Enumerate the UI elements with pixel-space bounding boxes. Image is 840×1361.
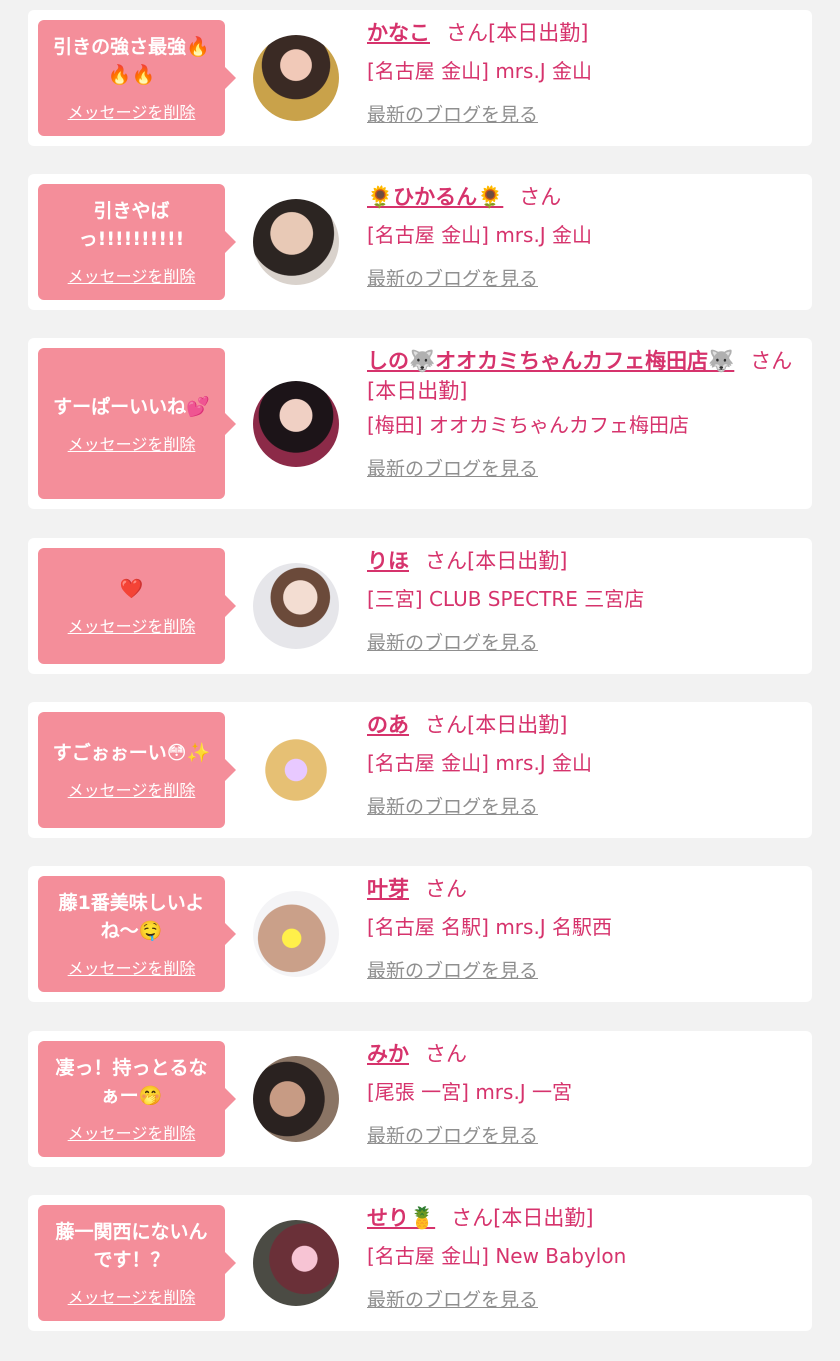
user-suffix: さん[本日出勤] [446, 21, 589, 45]
latest-blog-link[interactable]: 最新のブログを見る [367, 794, 538, 820]
message-text: 藤一関西にないんです！？ [55, 1221, 208, 1271]
user-name-link[interactable]: みか [367, 1042, 409, 1066]
message-text: 凄っ！持っとるなぁー🤭 [55, 1057, 208, 1107]
message-card: 引きの強さ最強🔥🔥🔥 メッセージを削除 かなこ さん[本日出勤] [名古屋 金山] mr… [28, 10, 812, 146]
message-text: ❤️ [119, 578, 144, 600]
user-name-link[interactable]: 🌻ひかるん🌻 [367, 185, 503, 209]
latest-blog-link[interactable]: 最新のブログを見る [367, 456, 538, 482]
avatar-woman-icon[interactable] [253, 35, 339, 121]
user-info: 🌻ひかるん🌻 さん [名古屋 金山] mrs.J 金山 最新のブログを見る [367, 182, 803, 292]
shop-name: [名古屋 金山] mrs.J 金山 [367, 223, 593, 247]
message-card: 藤1番美味しいよね〜🤤 メッセージを削除 叶芽 さん [名古屋 名駅] mrs.J 名駅… [28, 866, 812, 1002]
message-card: 藤一関西にないんです！？ メッセージを削除 せり🍍 さん[本日出勤] [名古屋 金山] … [28, 1195, 812, 1331]
user-name-link[interactable]: せり🍍 [367, 1206, 435, 1230]
user-name-link[interactable]: かなこ [367, 21, 430, 45]
user-info: みか さん [尾張 一宮] mrs.J 一宮 最新のブログを見る [367, 1039, 803, 1149]
user-name-link[interactable]: しの🐺オオカミちゃんカフェ梅田店🐺 [367, 349, 734, 373]
user-info: しの🐺オオカミちゃんカフェ梅田店🐺 さん[本日出勤] [梅田] オオカミちゃんカフェ… [367, 346, 803, 482]
avatar-woman-icon[interactable] [253, 727, 339, 813]
delete-message-link[interactable]: メッセージを削除 [68, 99, 196, 123]
delete-message-link[interactable]: メッセージを削除 [68, 613, 196, 637]
message-bubble: 凄っ！持っとるなぁー🤭 メッセージを削除 [38, 1041, 236, 1157]
message-bubble: すごぉぉーい😳✨ メッセージを削除 [38, 712, 236, 828]
avatar-woman-icon[interactable] [253, 199, 339, 285]
latest-blog-link[interactable]: 最新のブログを見る [367, 102, 538, 128]
user-info: かなこ さん[本日出勤] [名古屋 金山] mrs.J 金山 最新のブログを見る [367, 18, 803, 128]
delete-message-link[interactable]: メッセージを削除 [68, 1284, 196, 1308]
user-name-line: かなこ さん[本日出勤] [367, 18, 803, 48]
user-suffix: さん [425, 1042, 467, 1066]
user-info: りほ さん[本日出勤] [三宮] CLUB SPECTRE 三宮店 最新のブログを見る [367, 546, 803, 656]
shop-name: [名古屋 金山] New Babylon [367, 1244, 627, 1268]
user-name-line: せり🍍 さん[本日出勤] [367, 1203, 803, 1233]
shop-name: [三宮] CLUB SPECTRE 三宮店 [367, 587, 645, 611]
message-card: すごぉぉーい😳✨ メッセージを削除 のあ さん[本日出勤] [名古屋 金山] mrs.J… [28, 702, 812, 838]
user-info: せり🍍 さん[本日出勤] [名古屋 金山] New Babylon 最新のブログを見る [367, 1203, 803, 1313]
latest-blog-link[interactable]: 最新のブログを見る [367, 1287, 538, 1313]
user-name-line: しの🐺オオカミちゃんカフェ梅田店🐺 さん[本日出勤] [367, 346, 803, 406]
avatar-woman-icon[interactable] [253, 380, 339, 467]
avatar-woman-icon[interactable] [253, 563, 339, 649]
message-list: 引きの強さ最強🔥🔥🔥 メッセージを削除 かなこ さん[本日出勤] [名古屋 金山] mr… [0, 0, 840, 1361]
user-suffix: さん[本日出勤] [425, 713, 568, 737]
user-name-line: みか さん [367, 1039, 803, 1069]
latest-blog-link[interactable]: 最新のブログを見る [367, 1123, 538, 1149]
delete-message-link[interactable]: メッセージを削除 [68, 955, 196, 979]
delete-message-link[interactable]: メッセージを削除 [68, 777, 196, 801]
user-name-link[interactable]: 叶芽 [367, 877, 409, 901]
user-name-line: 叶芽 さん [367, 874, 803, 904]
message-card: すーぱーいいね💕 メッセージを削除 しの🐺オオカミちゃんカフェ梅田店🐺 さん[本日出勤… [28, 338, 812, 509]
message-text: 引きの強さ最強🔥🔥🔥 [53, 36, 210, 86]
message-bubble: すーぱーいいね💕 メッセージを削除 [38, 348, 236, 499]
latest-blog-link[interactable]: 最新のブログを見る [367, 630, 538, 656]
avatar-woman-icon[interactable] [253, 1220, 339, 1306]
message-bubble: ❤️ メッセージを削除 [38, 548, 236, 664]
latest-blog-link[interactable]: 最新のブログを見る [367, 266, 538, 292]
shop-name: [尾張 一宮] mrs.J 一宮 [367, 1080, 573, 1104]
delete-message-link[interactable]: メッセージを削除 [68, 431, 196, 455]
user-suffix: さん[本日出勤] [451, 1206, 594, 1230]
message-card: ❤️ メッセージを削除 りほ さん[本日出勤] [三宮] CLUB SPECTRE 三宮… [28, 538, 812, 674]
message-bubble: 藤1番美味しいよね〜🤤 メッセージを削除 [38, 876, 236, 992]
user-name-line: 🌻ひかるん🌻 さん [367, 182, 803, 212]
shop-name: [名古屋 名駅] mrs.J 名駅西 [367, 915, 613, 939]
message-card: 凄っ！持っとるなぁー🤭 メッセージを削除 みか さん [尾張 一宮] mrs.J 一宮最… [28, 1031, 812, 1167]
avatar-woman-icon[interactable] [253, 891, 339, 977]
message-text: すーぱーいいね💕 [53, 395, 210, 418]
message-text: 引きやばっ!!!!!!!!!! [78, 200, 185, 250]
user-suffix: さん[本日出勤] [425, 549, 568, 573]
shop-name: [名古屋 金山] mrs.J 金山 [367, 59, 593, 83]
message-card: 引きやばっ!!!!!!!!!! メッセージを削除 🌻ひかるん🌻 さん [名古屋 金山] … [28, 174, 812, 310]
delete-message-link[interactable]: メッセージを削除 [68, 1120, 196, 1144]
avatar-woman-icon[interactable] [253, 1056, 339, 1142]
message-bubble: 藤一関西にないんです！？ メッセージを削除 [38, 1205, 236, 1321]
user-suffix: さん [519, 185, 562, 209]
user-name-link[interactable]: りほ [367, 549, 409, 573]
user-name-line: のあ さん[本日出勤] [367, 710, 803, 740]
message-bubble: 引きの強さ最強🔥🔥🔥 メッセージを削除 [38, 20, 236, 136]
user-info: のあ さん[本日出勤] [名古屋 金山] mrs.J 金山 最新のブログを見る [367, 710, 803, 820]
user-suffix: さん [425, 877, 467, 901]
user-name-line: りほ さん[本日出勤] [367, 546, 803, 576]
message-bubble: 引きやばっ!!!!!!!!!! メッセージを削除 [38, 184, 236, 300]
shop-name: [名古屋 金山] mrs.J 金山 [367, 751, 593, 775]
user-name-link[interactable]: のあ [367, 713, 409, 737]
latest-blog-link[interactable]: 最新のブログを見る [367, 958, 538, 984]
message-text: 藤1番美味しいよね〜🤤 [58, 892, 205, 942]
delete-message-link[interactable]: メッセージを削除 [68, 263, 196, 287]
shop-name: [梅田] オオカミちゃんカフェ梅田店 [367, 413, 689, 437]
message-text: すごぉぉーい😳✨ [52, 742, 211, 764]
user-info: 叶芽 さん [名古屋 名駅] mrs.J 名駅西 最新のブログを見る [367, 874, 803, 984]
